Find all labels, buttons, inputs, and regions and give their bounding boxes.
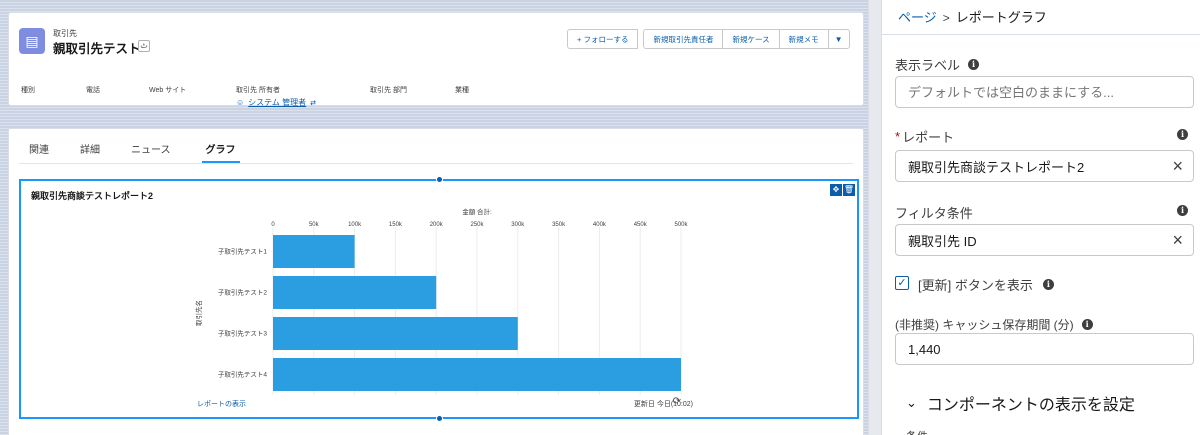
tab-bar: 関連 詳細 ニュース グラフ [29,141,271,163]
x-tick-label: 450k [634,222,648,228]
category-label: 子取引先テスト4 [218,370,268,379]
page-canvas: ▤ 取引先 親取引先テスト ٹ + フォローする 新規取引先責任者 新規ケース … [0,0,868,435]
more-actions-button[interactable]: ▼ [827,29,850,49]
owner-link[interactable]: ☺ システム 管理者 ⇄ [236,97,316,108]
report-field-label: * レポート [895,127,1194,146]
x-tick-label: 200k [430,222,444,228]
refresh-icon[interactable]: ⟳ [673,396,681,407]
refresh-button-checkbox[interactable]: ✓ [895,276,909,290]
x-tick-label: 350k [552,222,566,228]
breadcrumb: ページ > レポートグラフ [898,7,1047,26]
field-label-type: 種別 [21,87,35,94]
x-axis-title: 金額 合計: [462,207,492,216]
report-lookup[interactable]: 親取引先商談テストレポート2 × [895,150,1194,182]
report-chart-component[interactable]: ✥ 🗑 親取引先商談テストレポート2 金額 合計: 0 50k 100k 150k 200… [19,176,859,422]
label-field-label: 表示ラベル i [895,55,980,74]
filter-lookup[interactable]: 親取引先 ID × [895,224,1194,256]
clear-icon[interactable]: × [1172,156,1183,176]
updated-timestamp: 更新日 今日(10:02) [633,401,693,408]
field-label-industry: 業種 [455,87,469,94]
bar-chart: 金額 合計: 0 50k 100k 150k 200k 250k 300k 350k 400k 45… [194,207,689,395]
filter-field-label: フィルタ条件 [895,203,973,222]
report-lookup-value: 親取引先商談テストレポート2 [908,159,1085,175]
user-icon: ☺ [236,98,245,107]
cache-field-label: (非推奨) キャッシュ保存期間 (分) i [895,316,1093,333]
bar [273,358,681,391]
bar [273,276,437,309]
x-tick-label: 500k [674,222,688,228]
info-icon[interactable]: i [1177,205,1188,216]
cache-duration-input[interactable]: 1,440 [895,333,1194,365]
bar [273,235,355,268]
label-input[interactable] [895,76,1194,108]
category-label: 子取引先テスト1 [218,247,268,256]
view-report-link[interactable]: レポートの表示 [197,399,246,409]
report-field-text: レポート [902,130,955,145]
bar [273,317,518,350]
visibility-section-title: コンポーネントの表示を設定 [926,397,1135,414]
tab-details[interactable]: 詳細 [80,141,100,163]
required-asterisk: * [895,129,901,144]
breadcrumb-separator: > [942,11,950,25]
filter-lookup-value: 親取引先 ID [908,233,977,249]
filter-field-text: フィルタ条件 [895,206,973,221]
property-panel: ページ > レポートグラフ 表示ラベル i * レポート i 親取引先商談テストレポ… [882,0,1200,435]
tab-divider [19,163,853,164]
x-tick-label: 250k [470,222,484,228]
chevron-down-icon: ⌄ [906,395,917,410]
clear-icon[interactable]: × [1172,230,1183,250]
info-icon[interactable]: i [1177,129,1188,140]
y-axis-title: 取引先名 [194,300,203,326]
x-tick-label: 0 [271,222,275,228]
cache-duration-value: 1,440 [908,341,941,357]
new-contact-button[interactable]: 新規取引先責任者 [643,29,724,49]
follow-button[interactable]: + フォローする [567,29,639,49]
info-icon[interactable]: i [1042,279,1054,290]
record-header[interactable]: ▤ 取引先 親取引先テスト ٹ + フォローする 新規取引先責任者 新規ケース … [8,12,864,108]
breadcrumb-page-link[interactable]: ページ [898,10,937,25]
tab-related[interactable]: 関連 [29,141,49,163]
info-icon[interactable]: i [1081,319,1093,330]
tab-chart[interactable]: グラフ [201,141,240,163]
category-label: 子取引先テスト2 [218,288,268,297]
info-icon[interactable]: i [968,59,980,70]
x-tick-label: 300k [511,222,525,228]
refresh-checkbox-text: [更新] ボタンを表示 [918,278,1033,293]
x-tick-label: 100k [348,222,362,228]
refresh-checkbox-label: [更新] ボタンを表示 i [918,275,1054,294]
breadcrumb-current: レポートグラフ [955,10,1047,25]
cache-field-text: (非推奨) キャッシュ保存期間 (分) [895,318,1074,332]
change-owner-icon[interactable]: ⇄ [310,99,316,107]
tab-news[interactable]: ニュース [131,141,171,163]
new-case-button[interactable]: 新規ケース [722,29,780,49]
x-tick-label: 400k [593,222,607,228]
field-label-owner: 取引先 所有者 [236,87,280,94]
condition-label: 条件 [906,428,928,435]
x-tick-label: 50k [309,222,320,228]
field-label-phone: 電話 [86,87,100,94]
hierarchy-icon[interactable]: ٹ [138,40,150,52]
panel-header-divider [882,34,1200,35]
field-label-division: 取引先 部門 [370,87,407,94]
action-buttons: + フォローする 新規取引先責任者 新規ケース 新規メモ ▼ [567,29,850,49]
visibility-section-toggle[interactable]: ⌄ コンポーネントの表示を設定 [906,391,1135,415]
chevron-down-icon: ▼ [834,34,843,44]
record-name: 親取引先テスト [53,42,141,56]
label-field-text: 表示ラベル [895,58,961,73]
x-tick-label: 150k [389,222,403,228]
panel-divider[interactable] [868,0,882,435]
owner-name: システム 管理者 [248,98,307,107]
category-label: 子取引先テスト3 [218,329,268,338]
account-icon: ▤ [19,28,45,54]
field-label-website: Web サイト [149,87,187,94]
new-note-button[interactable]: 新規メモ [778,29,829,49]
